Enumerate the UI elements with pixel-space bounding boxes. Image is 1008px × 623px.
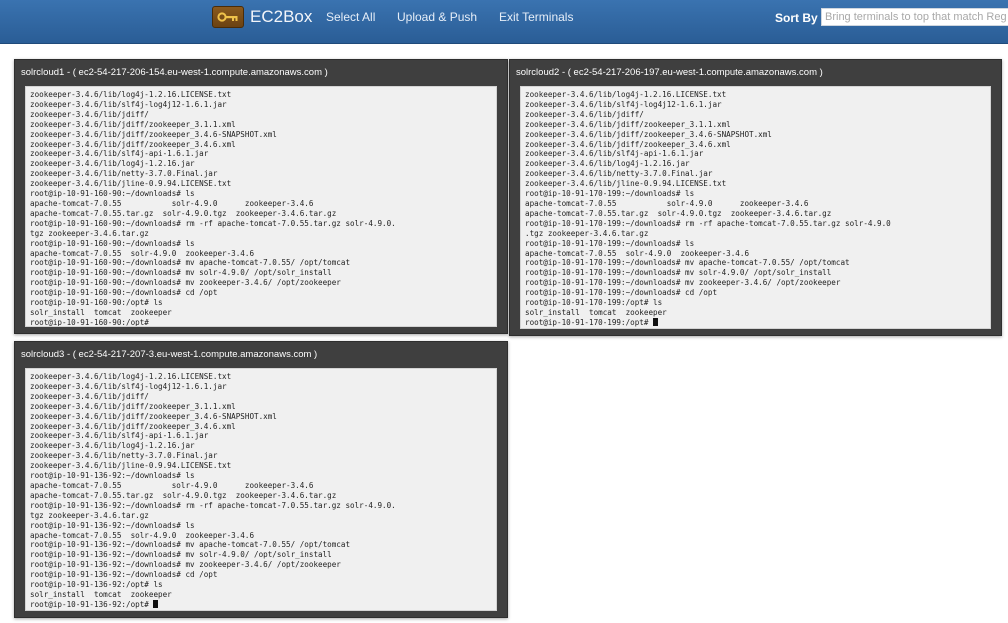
terminal-line: .tgz zookeeper-3.4.6.tar.gz	[525, 228, 649, 238]
terminal-output: zookeeper-3.4.6/lib/log4j-1.2.16.LICENSE…	[30, 90, 492, 327]
terminal-line: root@ip-10-91-170-199:/opt# ls	[525, 298, 663, 308]
terminal-line: zookeeper-3.4.6/lib/slf4j-log4j12-1.6.1.…	[30, 99, 227, 109]
terminal-line: apache-tomcat-7.0.55 solr-4.9.0 zookeepe…	[525, 198, 809, 208]
terminal-line: zookeeper-3.4.6/lib/slf4j-api-1.6.1.jar	[30, 431, 209, 441]
terminal-line: zookeeper-3.4.6/lib/slf4j-log4j12-1.6.1.…	[525, 99, 722, 109]
terminal-line: zookeeper-3.4.6/lib/jline-0.9.94.LICENSE…	[525, 179, 727, 189]
terminal-line: root@ip-10-91-136-92:~/downloads# mv zoo…	[30, 560, 341, 570]
terminal-line: zookeeper-3.4.6/lib/jline-0.9.94.LICENSE…	[30, 461, 232, 471]
sort-regex-input[interactable]	[821, 8, 1008, 26]
terminal-line: root@ip-10-91-160-90:~/downloads# mv zoo…	[30, 278, 341, 288]
terminal-output: zookeeper-3.4.6/lib/log4j-1.2.16.LICENSE…	[30, 372, 492, 610]
terminal-line: root@ip-10-91-170-199:~/downloads# mv so…	[525, 268, 832, 278]
terminal-line: root@ip-10-91-170-199:~/downloads# mv ap…	[525, 258, 850, 268]
terminal-line: zookeeper-3.4.6/lib/jdiff/	[30, 109, 149, 119]
terminal-line: zookeeper-3.4.6/lib/netty-3.7.0.Final.ja…	[525, 169, 713, 179]
terminal-title: solrcloud2 - ( ec2-54-217-206-197.eu-wes…	[516, 67, 823, 78]
terminal-line: zookeeper-3.4.6/lib/log4j-1.2.16.jar	[30, 441, 195, 451]
terminal-line: root@ip-10-91-170-199:~/downloads# ls	[525, 238, 695, 248]
terminal-line: root@ip-10-91-160-90:~/downloads# rm -rf…	[30, 218, 396, 228]
terminal-line: apache-tomcat-7.0.55 solr-4.9.0 zookeepe…	[30, 480, 314, 490]
terminal-cursor	[153, 599, 159, 608]
terminal-line: zookeeper-3.4.6/lib/log4j-1.2.16.LICENSE…	[30, 90, 232, 99]
terminal-line: zookeeper-3.4.6/lib/log4j-1.2.16.LICENSE…	[30, 372, 232, 381]
terminal-line: zookeeper-3.4.6/lib/jdiff/zookeeper_3.1.…	[30, 401, 236, 411]
terminal-line: root@ip-10-91-136-92:~/downloads# mv apa…	[30, 540, 351, 550]
terminal-line: zookeeper-3.4.6/lib/jdiff/zookeeper_3.4.…	[30, 411, 277, 421]
terminal-title: solrcloud3 - ( ec2-54-217-207-3.eu-west-…	[21, 349, 318, 360]
terminal-line: root@ip-10-91-160-90:~/downloads# cd /op…	[30, 288, 218, 298]
key-icon	[212, 6, 244, 28]
terminal-line: zookeeper-3.4.6/lib/jdiff/zookeeper_3.1.…	[30, 119, 236, 129]
terminal-output: zookeeper-3.4.6/lib/log4j-1.2.16.LICENSE…	[525, 90, 986, 328]
brand[interactable]: EC2Box	[212, 5, 312, 29]
terminal-line: root@ip-10-91-136-92:~/downloads# mv sol…	[30, 550, 332, 560]
terminal-line: root@ip-10-91-170-199:~/downloads# ls	[525, 189, 695, 199]
terminal-line: root@ip-10-91-170-199:/opt#	[525, 317, 986, 328]
terminal-window[interactable]: solrcloud3 - ( ec2-54-217-207-3.eu-west-…	[14, 341, 508, 618]
terminal-line: zookeeper-3.4.6/lib/jline-0.9.94.LICENSE…	[30, 179, 232, 189]
terminal-line: root@ip-10-91-160-90:~/downloads# ls	[30, 189, 195, 199]
terminal-line: root@ip-10-91-136-92:/opt# ls	[30, 580, 163, 590]
brand-name: EC2Box	[250, 7, 313, 26]
terminal-line: zookeeper-3.4.6/lib/jdiff/zookeeper_3.1.…	[525, 119, 731, 129]
terminal-line: apache-tomcat-7.0.55 solr-4.9.0 zookeepe…	[30, 198, 314, 208]
select-all-link[interactable]: Select All	[326, 10, 375, 24]
terminal-line: zookeeper-3.4.6/lib/jdiff/	[525, 109, 644, 119]
terminal-line: zookeeper-3.4.6/lib/log4j-1.2.16.LICENSE…	[525, 90, 727, 99]
upload-push-link[interactable]: Upload & Push	[397, 10, 477, 24]
terminal-line: zookeeper-3.4.6/lib/netty-3.7.0.Final.ja…	[30, 169, 218, 179]
terminal-line: root@ip-10-91-170-199:~/downloads# cd /o…	[525, 288, 718, 298]
terminal-line: zookeeper-3.4.6/lib/netty-3.7.0.Final.ja…	[30, 451, 218, 461]
top-navbar: EC2Box Select All Upload & Push Exit Ter…	[0, 0, 1008, 44]
terminal-line: root@ip-10-91-160-90:~/downloads# ls	[30, 238, 195, 248]
terminal-line: apache-tomcat-7.0.55 solr-4.9.0 zookeepe…	[30, 530, 255, 540]
terminal-screen[interactable]: zookeeper-3.4.6/lib/log4j-1.2.16.LICENSE…	[25, 86, 497, 327]
terminal-line: apache-tomcat-7.0.55.tar.gz solr-4.9.0.t…	[525, 208, 832, 218]
terminal-window[interactable]: solrcloud1 - ( ec2-54-217-206-154.eu-wes…	[14, 59, 508, 334]
exit-terminals-link[interactable]: Exit Terminals	[499, 10, 573, 24]
terminal-line: zookeeper-3.4.6/lib/slf4j-api-1.6.1.jar	[525, 149, 704, 159]
terminal-line: apache-tomcat-7.0.55 solr-4.9.0 zookeepe…	[525, 248, 750, 258]
terminal-cursor	[653, 317, 659, 326]
terminal-line: solr_install tomcat zookeeper	[525, 307, 667, 317]
terminal-line: apache-tomcat-7.0.55.tar.gz solr-4.9.0.t…	[30, 208, 337, 218]
terminal-line: zookeeper-3.4.6/lib/jdiff/zookeeper_3.4.…	[30, 129, 277, 139]
terminal-line: zookeeper-3.4.6/lib/jdiff/zookeeper_3.4.…	[30, 421, 236, 431]
terminal-line: zookeeper-3.4.6/lib/slf4j-api-1.6.1.jar	[30, 149, 209, 159]
terminal-line: root@ip-10-91-170-199:~/downloads# rm -r…	[525, 218, 891, 228]
terminal-line: zookeeper-3.4.6/lib/log4j-1.2.16.jar	[30, 159, 195, 169]
terminal-line: root@ip-10-91-170-199:~/downloads# mv zo…	[525, 278, 841, 288]
terminal-line: root@ip-10-91-160-90:~/downloads# mv apa…	[30, 258, 351, 268]
terminal-screen[interactable]: zookeeper-3.4.6/lib/log4j-1.2.16.LICENSE…	[25, 368, 497, 611]
terminal-line: root@ip-10-91-136-92:~/downloads# ls	[30, 520, 195, 530]
terminal-line: zookeeper-3.4.6/lib/jdiff/zookeeper_3.4.…	[525, 129, 772, 139]
terminal-title: solrcloud1 - ( ec2-54-217-206-154.eu-wes…	[21, 67, 328, 78]
terminal-line: solr_install tomcat zookeeper	[30, 589, 172, 599]
terminal-line: zookeeper-3.4.6/lib/jdiff/	[30, 391, 149, 401]
terminal-line: tgz zookeeper-3.4.6.tar.gz	[30, 510, 149, 520]
terminal-line: root@ip-10-91-160-90:/opt# ls	[30, 298, 163, 308]
terminal-line: apache-tomcat-7.0.55.tar.gz solr-4.9.0.t…	[30, 490, 337, 500]
terminal-line: zookeeper-3.4.6/lib/slf4j-log4j12-1.6.1.…	[30, 381, 227, 391]
terminal-screen[interactable]: zookeeper-3.4.6/lib/log4j-1.2.16.LICENSE…	[520, 86, 991, 329]
terminal-line: apache-tomcat-7.0.55 solr-4.9.0 zookeepe…	[30, 248, 255, 258]
terminal-line: root@ip-10-91-160-90:/opt#	[30, 317, 149, 327]
terminal-line: root@ip-10-91-136-92:/opt#	[30, 599, 492, 610]
terminal-line: zookeeper-3.4.6/lib/jdiff/zookeeper_3.4.…	[30, 139, 236, 149]
terminal-line: zookeeper-3.4.6/lib/log4j-1.2.16.jar	[525, 159, 690, 169]
terminal-window[interactable]: solrcloud2 - ( ec2-54-217-206-197.eu-wes…	[509, 59, 1002, 336]
terminal-line: zookeeper-3.4.6/lib/jdiff/zookeeper_3.4.…	[525, 139, 731, 149]
terminal-line: root@ip-10-91-160-90:~/downloads# mv sol…	[30, 268, 332, 278]
terminal-line: root@ip-10-91-136-92:~/downloads# rm -rf…	[30, 500, 396, 510]
terminal-line: tgz zookeeper-3.4.6.tar.gz	[30, 228, 149, 238]
terminal-line: solr_install tomcat zookeeper	[30, 307, 172, 317]
sort-by-label: Sort By	[775, 11, 818, 25]
terminal-line: root@ip-10-91-136-92:~/downloads# ls	[30, 471, 195, 481]
terminal-line: root@ip-10-91-136-92:~/downloads# cd /op…	[30, 570, 218, 580]
